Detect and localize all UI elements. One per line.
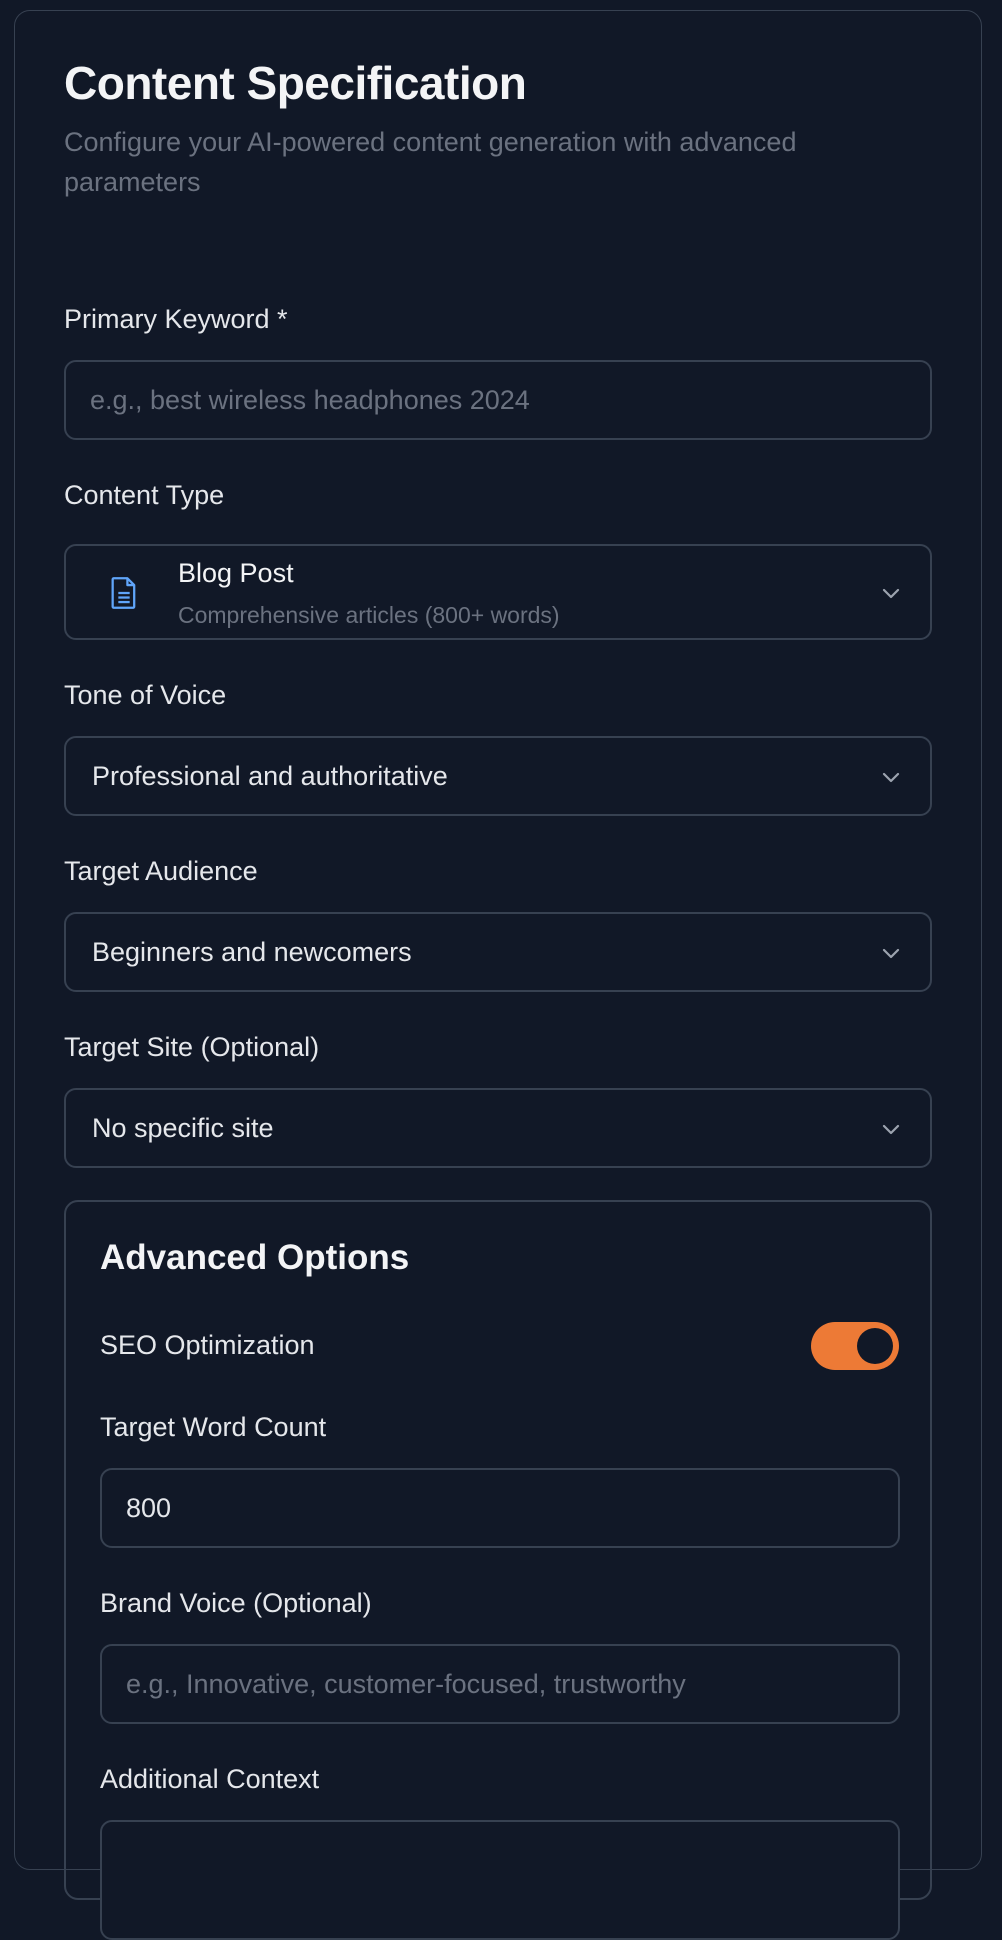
primary-keyword-field[interactable] — [64, 360, 932, 440]
content-type-select[interactable]: Blog Post Comprehensive articles (800+ w… — [64, 544, 932, 640]
additional-context-textarea[interactable] — [100, 1820, 900, 1940]
chevron-down-icon — [882, 588, 900, 599]
seo-optimization-label: SEO Optimization — [100, 1330, 315, 1360]
brand-voice-label: Brand Voice (Optional) — [100, 1588, 372, 1618]
chevron-down-icon — [882, 1124, 900, 1135]
tone-label: Tone of Voice — [64, 680, 227, 710]
content-type-selected-description: Comprehensive articles (800+ words) — [178, 602, 560, 628]
target-site-select[interactable]: No specific site — [64, 1088, 932, 1168]
advanced-options-title: Advanced Options — [100, 1238, 410, 1277]
tone-selected-value: Professional and authoritative — [92, 761, 448, 791]
word-count-label: Target Word Count — [100, 1412, 327, 1442]
toggle-knob — [857, 1328, 893, 1364]
additional-context-label: Additional Context — [100, 1764, 320, 1794]
seo-optimization-toggle[interactable] — [811, 1322, 899, 1370]
word-count-field[interactable] — [100, 1468, 900, 1548]
chevron-down-icon — [882, 772, 900, 783]
content-type-selected-title: Blog Post — [178, 558, 294, 588]
target-site-selected-value: No specific site — [92, 1113, 274, 1143]
document-icon — [111, 577, 136, 609]
brand-voice-field[interactable] — [100, 1644, 900, 1724]
target-site-label: Target Site (Optional) — [64, 1032, 320, 1062]
primary-keyword-input[interactable] — [66, 362, 930, 438]
page-title: Content Specification — [64, 57, 527, 109]
content-type-label: Content Type — [64, 480, 225, 510]
primary-keyword-label: Primary Keyword * — [64, 304, 288, 334]
audience-select[interactable]: Beginners and newcomers — [64, 912, 932, 992]
advanced-options-panel: Advanced Options SEO Optimization Target… — [64, 1200, 932, 1940]
tone-select[interactable]: Professional and authoritative — [64, 736, 932, 816]
brand-voice-input[interactable] — [102, 1646, 898, 1722]
word-count-input[interactable] — [102, 1470, 898, 1546]
audience-selected-value: Beginners and newcomers — [92, 937, 412, 967]
chevron-down-icon — [882, 948, 900, 959]
page-subtitle: Configure your AI-powered content genera… — [64, 127, 797, 197]
audience-label: Target Audience — [64, 856, 258, 886]
